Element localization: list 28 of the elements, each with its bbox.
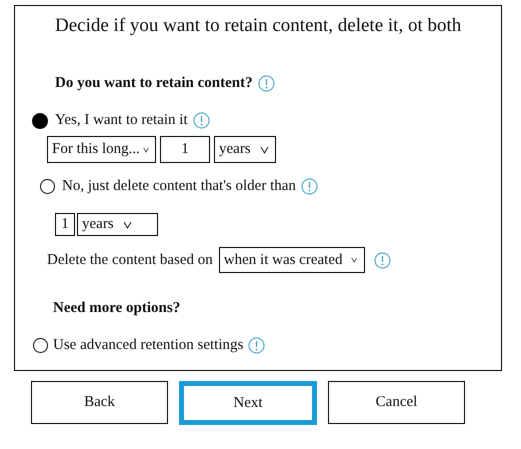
info-icon[interactable]: [192, 112, 210, 129]
radio-button[interactable]: [32, 112, 48, 128]
option-label: Use advanced retention settings: [53, 337, 244, 354]
caret-icon: [142, 146, 149, 154]
amount-field[interactable]: 1: [55, 213, 75, 236]
amount-field[interactable]: 1: [160, 136, 210, 163]
section-heading: Need more options?: [53, 300, 182, 317]
page-title: Decide if you want to retain content, delete it, ot both: [55, 15, 462, 37]
caret-icon: [260, 146, 269, 154]
caret-icon: [351, 256, 358, 264]
section-heading: Do you want to retain content?: [55, 75, 253, 92]
wizard-button[interactable]: Back: [31, 381, 168, 424]
unit-dropdown[interactable]: years: [214, 136, 276, 163]
caret-icon: [122, 220, 132, 228]
option-label: No, just delete content that's older than: [62, 178, 296, 195]
radio-button[interactable]: [33, 338, 48, 353]
info-icon[interactable]: [300, 178, 318, 195]
radio-button[interactable]: [40, 179, 55, 194]
info-icon[interactable]: [374, 252, 391, 268]
wizard-button[interactable]: Cancel: [328, 381, 465, 424]
basis-dropdown[interactable]: when it was created: [218, 247, 365, 273]
wizard-button[interactable]: Next: [179, 381, 317, 425]
info-icon[interactable]: [248, 337, 266, 354]
info-icon[interactable]: [258, 75, 275, 92]
duration-dropdown[interactable]: For this long...: [47, 136, 156, 163]
unit-dropdown[interactable]: years: [77, 213, 158, 236]
option-label: Yes, I want to retain it: [55, 112, 188, 129]
field-label: Delete the content based on: [47, 252, 213, 268]
